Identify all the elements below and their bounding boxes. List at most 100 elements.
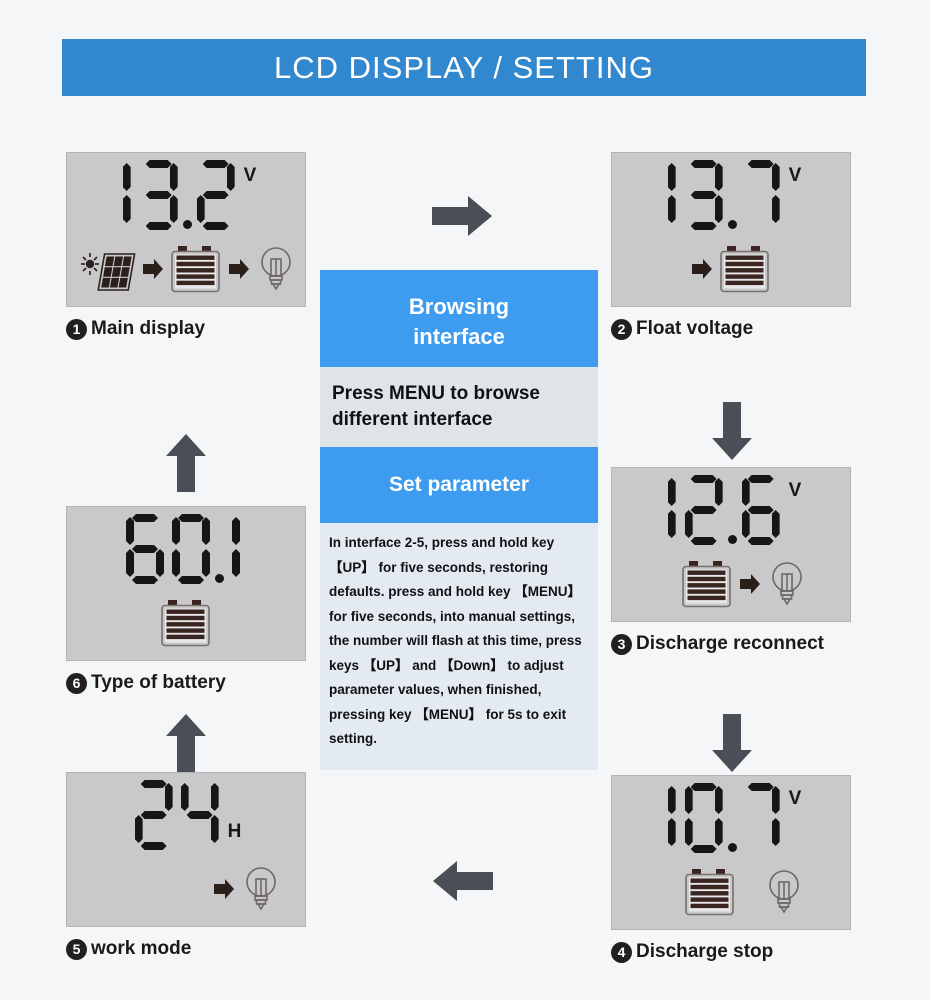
header-banner: LCD DISPLAY / SETTING <box>62 39 866 96</box>
panel-work-mode: H 5 work mode <box>66 772 306 960</box>
decimal-point <box>727 843 737 852</box>
caption-type-of-battery: 6 Type of battery <box>66 672 306 694</box>
browsing-interface-band: Browsing interface <box>320 270 598 367</box>
solar-panel-icon <box>80 246 136 297</box>
caption-discharge-stop: 4 Discharge stop <box>611 941 851 963</box>
lcd-screen-discharge-stop: V <box>611 775 851 930</box>
seven-segment-digit <box>119 159 133 231</box>
lcd-readout-discharge-reconnect: V <box>612 474 850 546</box>
digit-group <box>131 779 223 851</box>
battery-icon <box>681 560 733 613</box>
light-bulb-icon <box>241 865 281 918</box>
caption-work-mode: 5 work mode <box>66 938 306 960</box>
seven-segment-digit <box>741 474 781 546</box>
panel-number-badge: 6 <box>66 672 87 694</box>
lcd-screen-type-of-battery <box>66 506 306 661</box>
icon-row-type-of-battery <box>67 599 305 652</box>
decimal-point <box>727 535 737 544</box>
seven-segment-digit <box>741 159 781 231</box>
flow-arrow-right-lower <box>709 712 755 779</box>
icon-row-float-voltage <box>612 245 850 298</box>
seven-segment-digit <box>664 474 678 546</box>
arrow-right-icon <box>142 258 164 285</box>
unit-label: V <box>788 480 802 501</box>
seven-segment-digit <box>684 159 724 231</box>
seven-segment-digit <box>125 513 165 585</box>
flow-arrow-top-right <box>430 193 494 244</box>
page-title: LCD DISPLAY / SETTING <box>274 49 654 85</box>
icon-row-work-mode <box>67 865 305 918</box>
caption-discharge-reconnect: 3 Discharge reconnect <box>611 633 851 655</box>
panel-main-display: V 1 Main display <box>66 152 306 340</box>
flow-arrow-right-upper <box>709 400 755 467</box>
browsing-title-line2: interface <box>413 323 505 349</box>
panel-float-voltage: V 2 Float voltage <box>611 152 851 340</box>
seven-segment-digit <box>664 159 678 231</box>
panel-number-badge: 4 <box>611 941 632 963</box>
lcd-readout-main-display: V <box>67 159 305 231</box>
seven-segment-digit <box>134 779 174 851</box>
unit-label: V <box>243 165 257 186</box>
seven-segment-digit <box>196 159 236 231</box>
seven-segment-digit <box>741 782 781 854</box>
icon-row-main-display <box>67 245 305 298</box>
browse-instruction-band: Press MENU to browse different interface <box>320 367 598 447</box>
panel-discharge-reconnect: V 3 Discharge reconnect <box>611 467 851 655</box>
lcd-screen-main-display: V <box>66 152 306 307</box>
panel-caption-label: Discharge stop <box>636 941 774 962</box>
panel-number-badge: 3 <box>611 633 632 655</box>
panel-caption-label: Discharge reconnect <box>636 633 824 654</box>
panel-number-badge: 1 <box>66 318 87 340</box>
light-bulb-icon <box>256 245 296 298</box>
icon-row-discharge-stop <box>612 868 850 921</box>
lcd-readout-discharge-stop: V <box>612 782 850 854</box>
digit-group <box>122 513 245 585</box>
digit-group <box>116 159 239 231</box>
battery-icon <box>719 245 771 298</box>
lcd-screen-float-voltage: V <box>611 152 851 307</box>
flow-arrow-left-upper <box>163 432 209 499</box>
panel-caption-label: Main display <box>91 318 206 339</box>
lcd-screen-work-mode: H <box>66 772 306 927</box>
arrow-right-icon <box>691 258 713 285</box>
decimal-point <box>215 574 224 583</box>
unit-label: V <box>788 165 802 186</box>
arrow-right-icon <box>228 258 250 285</box>
arrow-right-icon <box>739 573 761 600</box>
browsing-title-line1: Browsing <box>408 293 510 319</box>
light-bulb-icon <box>767 560 807 613</box>
lcd-readout-float-voltage: V <box>612 159 850 231</box>
seven-segment-digit <box>684 474 724 546</box>
unit-label: V <box>788 788 802 809</box>
lcd-readout-type-of-battery <box>67 513 305 585</box>
decimal-point <box>727 220 737 229</box>
panel-caption-label: Type of battery <box>91 672 226 693</box>
panel-discharge-stop: V 4 Discharge stop <box>611 775 851 963</box>
seven-segment-digit <box>171 513 211 585</box>
battery-icon <box>170 245 222 298</box>
panel-number-badge: 5 <box>66 938 87 960</box>
arrow-right-icon <box>213 878 235 905</box>
light-bulb-icon <box>764 868 804 921</box>
center-info-column: Browsing interface Press MENU to browse … <box>320 270 598 770</box>
seven-segment-digit <box>228 513 242 585</box>
seven-segment-digit <box>664 782 678 854</box>
flow-arrow-bottom-left <box>431 858 495 909</box>
decimal-point <box>182 220 192 229</box>
set-parameter-band: Set parameter <box>320 447 598 523</box>
battery-icon <box>160 599 212 652</box>
flow-arrow-left-lower <box>163 712 209 779</box>
panel-number-badge: 2 <box>611 318 632 340</box>
seven-segment-digit <box>139 159 179 231</box>
lcd-readout-work-mode: H <box>67 779 305 851</box>
digit-group <box>661 782 784 854</box>
digit-group <box>661 474 784 546</box>
caption-float-voltage: 2 Float voltage <box>611 318 851 340</box>
icon-row-discharge-reconnect <box>612 560 850 613</box>
seven-segment-digit <box>180 779 220 851</box>
panel-caption-label: work mode <box>91 938 192 959</box>
set-parameter-note: In interface 2-5, press and hold key 【UP… <box>320 523 598 770</box>
digit-group <box>661 159 784 231</box>
lcd-screen-discharge-reconnect: V <box>611 467 851 622</box>
caption-main-display: 1 Main display <box>66 318 306 340</box>
